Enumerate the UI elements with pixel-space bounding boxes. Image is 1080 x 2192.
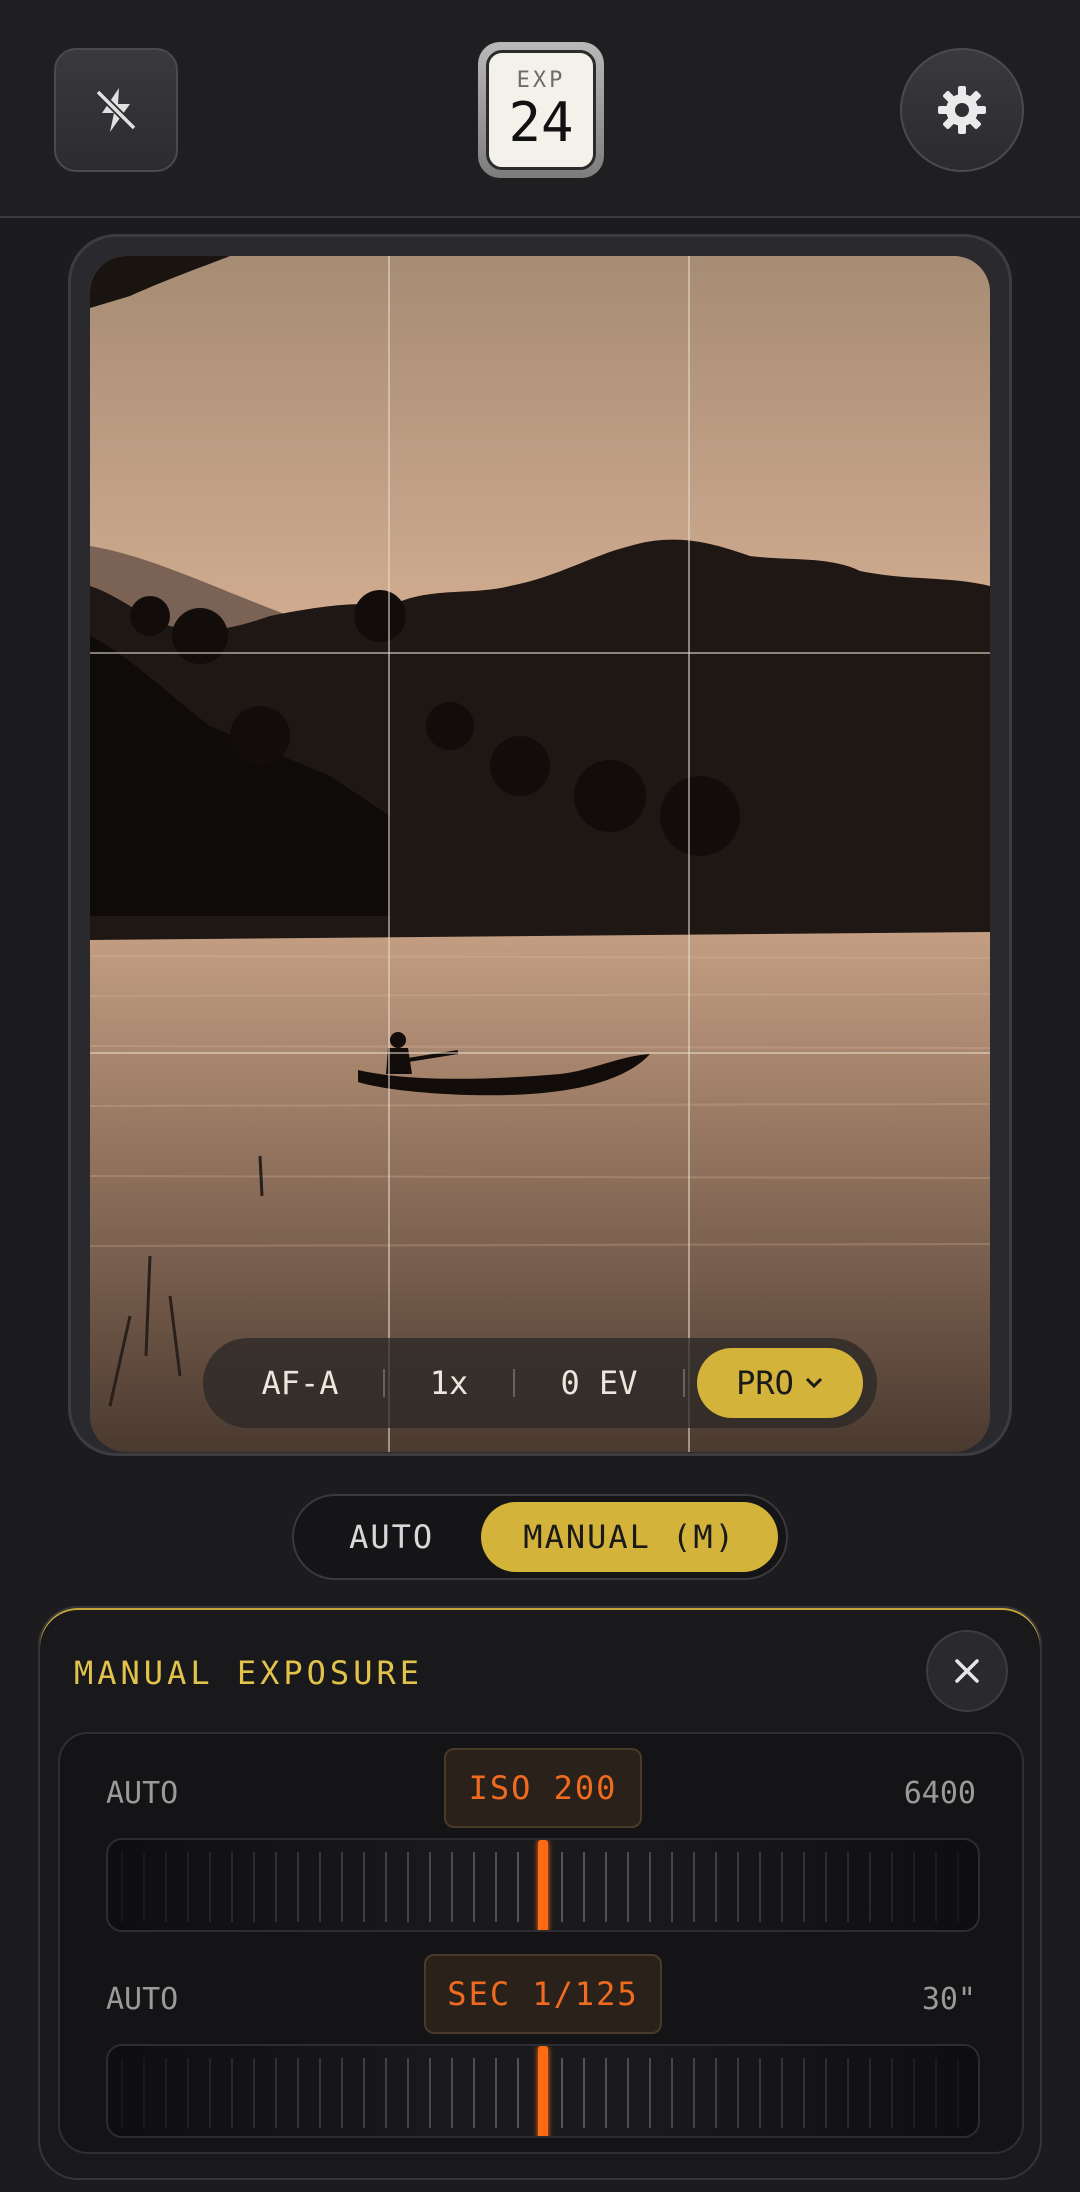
shutter-max-label: 30"	[921, 1982, 976, 2017]
quick-settings-bar: AF-A 1x 0 EV PRO	[203, 1338, 877, 1428]
separator	[683, 1369, 685, 1397]
iso-max-label: 6400	[903, 1776, 976, 1811]
top-bar: EXP 24	[0, 0, 1080, 218]
focus-mode-button[interactable]: AF-A	[217, 1364, 383, 1402]
iso-slider-handle[interactable]	[538, 1840, 548, 1930]
manual-mode-button[interactable]: MANUAL (M)	[481, 1502, 778, 1572]
close-icon	[955, 1659, 979, 1683]
manual-exposure-panel: MANUAL EXPOSURE AUTO ISO 200 6400 AUTO S…	[38, 1606, 1042, 2180]
grid-line-vertical-2	[688, 256, 690, 1452]
exposure-compensation-button[interactable]: 0 EV	[515, 1364, 683, 1402]
shutter-slider[interactable]	[106, 2044, 980, 2138]
iso-min-label: AUTO	[106, 1776, 179, 1811]
pro-mode-button[interactable]: PRO	[697, 1348, 863, 1418]
mode-toggle: AUTO MANUAL (M)	[292, 1494, 788, 1580]
grid-line-horizontal-2	[90, 1052, 990, 1054]
chevron-down-icon	[805, 1377, 822, 1389]
flash-off-icon	[95, 88, 137, 132]
exposure-controls: AUTO ISO 200 6400 AUTO SEC 1/125 30"	[58, 1732, 1024, 2154]
camera-viewfinder[interactable]	[90, 256, 990, 1452]
iso-slider[interactable]	[106, 1838, 980, 1932]
iso-value-badge: ISO 200	[444, 1748, 642, 1828]
shutter-min-label: AUTO	[106, 1982, 179, 2017]
flash-toggle-button[interactable]	[54, 48, 178, 172]
shutter-value-badge: SEC 1/125	[424, 1954, 662, 2034]
panel-title: MANUAL EXPOSURE	[74, 1654, 423, 1692]
auto-mode-button[interactable]: AUTO	[302, 1518, 481, 1556]
shutter-slider-handle[interactable]	[538, 2046, 548, 2136]
grid-line-horizontal-1	[90, 652, 990, 654]
pro-label: PRO	[736, 1364, 794, 1402]
settings-button[interactable]	[900, 48, 1024, 172]
zoom-button[interactable]: 1x	[385, 1364, 513, 1402]
exposure-counter: EXP 24	[478, 42, 604, 178]
exposure-counter-value: 24	[508, 91, 574, 154]
grid-line-vertical-1	[388, 256, 390, 1452]
viewfinder-scene	[90, 256, 990, 1452]
close-button[interactable]	[926, 1630, 1008, 1712]
gear-icon	[938, 86, 986, 134]
